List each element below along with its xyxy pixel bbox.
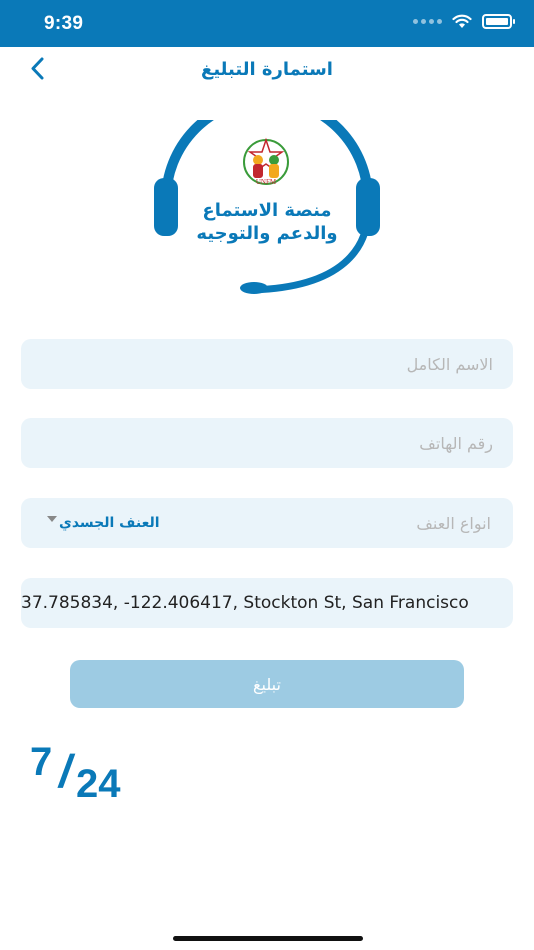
dropdown-caret-icon [47, 516, 57, 522]
full-name-field[interactable] [21, 339, 513, 389]
brand-seven: 7 [30, 740, 53, 784]
violence-type-selected: العنف الجسدي [59, 515, 160, 531]
signal-icon [413, 19, 442, 24]
status-time: 9:39 [44, 13, 84, 34]
brand-724-logo: 7 / 24 [30, 740, 150, 810]
app-logo: UNFM منصة الاستماع والدعم والتوجيه [150, 94, 384, 300]
submit-report-button[interactable]: تبليغ [70, 660, 464, 708]
nav-bar: استمارة التبليغ [0, 47, 534, 95]
status-bar: 9:39 [0, 0, 534, 47]
phone-input[interactable] [21, 418, 513, 468]
page-title: استمارة التبليغ [201, 59, 333, 80]
violence-type-label: انواع العنف [416, 513, 491, 533]
violence-type-select[interactable]: العنف الجسدي انواع العنف [21, 498, 513, 548]
wifi-icon [452, 14, 472, 28]
phone-field[interactable] [21, 418, 513, 468]
location-field[interactable]: 37.785834, -122.406417, Stockton St, San… [21, 578, 513, 628]
logo-org: UNFM [255, 178, 277, 186]
brand-twentyfour: 24 [76, 762, 121, 806]
brand-slash: / [55, 745, 78, 797]
violence-type-value: العنف الجسدي [47, 515, 160, 531]
status-icons [413, 14, 515, 29]
battery-icon [482, 14, 515, 29]
location-value: 37.785834, -122.406417, Stockton St, San… [21, 593, 469, 613]
logo-line2: والدعم والتوجيه [196, 223, 338, 244]
logo-line1: منصة الاستماع [202, 200, 332, 221]
home-indicator[interactable] [173, 936, 363, 941]
full-name-input[interactable] [21, 339, 513, 389]
